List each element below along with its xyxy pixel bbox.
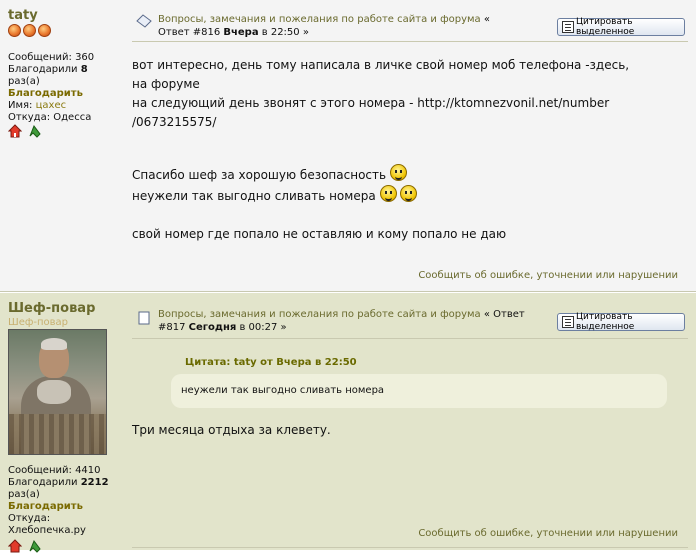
rank-star-icon: [23, 24, 36, 37]
rank-star-icon: [8, 24, 21, 37]
quote-selected-button[interactable]: Цитировать выделенное: [557, 312, 685, 332]
from-label: Откуда:: [8, 112, 51, 123]
real-name: цахес: [35, 100, 67, 111]
quote-selected-button[interactable]: Цитировать выделенное: [557, 17, 685, 37]
thanked-label: Благодарили: [8, 64, 78, 75]
author-title: Шеф-повар: [8, 317, 69, 328]
thanked-label: Благодарили: [8, 477, 78, 488]
pm-icon[interactable]: [28, 124, 42, 138]
messages-count: 4410: [75, 465, 101, 476]
report-link[interactable]: Сообщить об ошибке, уточнении или наруше…: [418, 528, 678, 539]
thanked-count: 2212: [80, 477, 109, 488]
body-line: вот интересно, день тому написала в личк…: [132, 58, 630, 72]
topic-link[interactable]: Вопросы, замечания и пожелания по работе…: [158, 14, 481, 25]
topic-link[interactable]: Вопросы, замечания и пожелания по работе…: [158, 309, 481, 320]
divider: [132, 41, 688, 42]
from-label: Откуда:: [8, 513, 51, 524]
body-thanks: Спасибо шеф за хорошую безопасность: [132, 168, 387, 182]
thank-link[interactable]: Благодарить: [8, 88, 83, 99]
name-label: Имя:: [8, 100, 33, 111]
smiley-icon: [379, 185, 397, 202]
post-816: taty Сообщений: 360 Благодарили 8 раз(а)…: [0, 0, 696, 292]
author-name[interactable]: taty: [8, 8, 38, 23]
body-line: на следующий день звонят с этого номера …: [132, 96, 610, 110]
pm-icon[interactable]: [28, 539, 42, 553]
reply-number: #817: [158, 322, 189, 333]
quote-header[interactable]: Цитата: taty от Вчера в 22:50: [185, 357, 357, 368]
messages-count: 360: [75, 52, 95, 63]
thank-link[interactable]: Благодарить: [8, 501, 83, 512]
post-doc-icon: [136, 14, 152, 28]
quote-icon: [562, 316, 574, 328]
divider: [132, 547, 688, 548]
body-last: свой номер где попало не оставляю и кому…: [132, 227, 507, 241]
quote-button-label: Цитировать выделенное: [576, 312, 635, 332]
quote-button-label: Цитировать выделенное: [576, 17, 635, 37]
reply-day: Сегодня: [188, 322, 237, 333]
times-label: раз(а): [8, 76, 40, 87]
author-name[interactable]: Шеф-повар: [8, 301, 95, 316]
quote-box: неужели так выгодно сливать номера: [171, 374, 667, 408]
author-stats: Сообщений: 4410 Благодарили 2212 раз(а) …: [8, 465, 118, 537]
messages-label: Сообщений:: [8, 52, 72, 63]
rank-star-icon: [38, 24, 51, 37]
home-icon[interactable]: [8, 124, 22, 138]
body-question: неужели так выгодно сливать номера: [132, 189, 376, 203]
reply-number: Ответ #816: [158, 27, 224, 38]
author-stats: Сообщений: 360 Благодарили 8 раз(а) Благ…: [8, 52, 118, 124]
post-header: Вопросы, замечания и пожелания по работе…: [158, 13, 548, 39]
from-value: Хлебопечка.ру: [8, 525, 86, 536]
post-doc-icon: [138, 311, 150, 325]
body-line: /0673215575/: [132, 115, 217, 129]
smiley-icon: [389, 164, 407, 181]
reply-time: в 00:27 »: [236, 322, 287, 333]
author-icons: [8, 124, 42, 138]
post-header: Вопросы, замечания и пожелания по работе…: [158, 308, 578, 334]
post-body: вот интересно, день тому написала в личк…: [132, 56, 686, 244]
report-link[interactable]: Сообщить об ошибке, уточнении или наруше…: [418, 270, 678, 281]
quote-text: неужели так выгодно сливать номера: [181, 385, 385, 396]
body-line: Три месяца отдыха за клевету.: [132, 423, 331, 437]
thanked-count: 8: [80, 64, 88, 75]
reply-time: в 22:50 »: [258, 27, 309, 38]
times-label: раз(а): [8, 489, 40, 500]
divider: [132, 338, 688, 339]
quote-icon: [562, 21, 574, 33]
reply-day: Вчера: [223, 27, 259, 38]
topic-suffix: « Ответ: [480, 309, 525, 320]
post-body: Три месяца отдыха за клевету.: [132, 421, 686, 440]
messages-label: Сообщений:: [8, 465, 72, 476]
rank-stars: [8, 24, 51, 37]
avatar: [8, 329, 107, 455]
topic-suffix: «: [480, 14, 490, 25]
body-line: на форуме: [132, 77, 200, 91]
author-icons: [8, 539, 42, 553]
home-icon[interactable]: [8, 539, 22, 553]
post-817: Шеф-повар Шеф-повар Сообщений: 4410 Благ…: [0, 293, 696, 553]
from-value: Одесса: [53, 112, 92, 123]
smiley-icon: [400, 185, 418, 202]
